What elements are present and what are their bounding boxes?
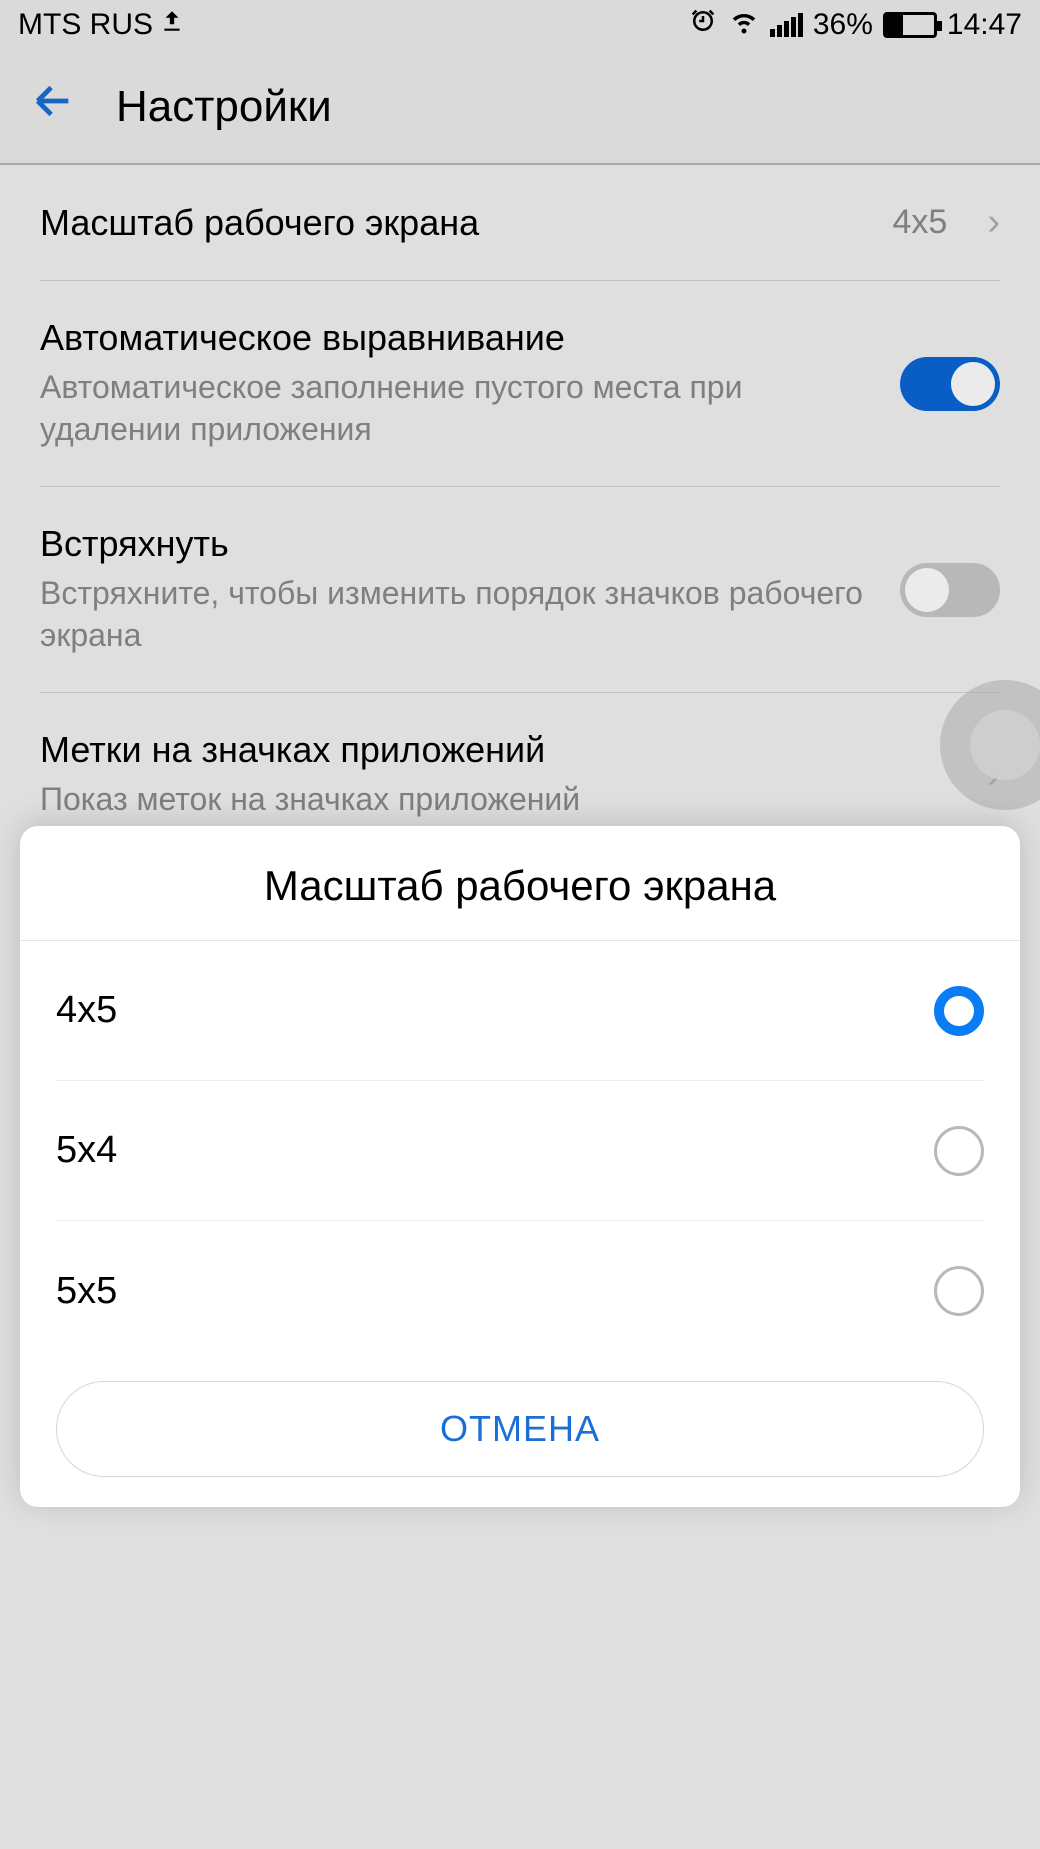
- wifi-icon: [728, 6, 760, 44]
- dialog-title: Масштаб рабочего экрана: [20, 826, 1020, 941]
- battery-icon: [883, 12, 937, 38]
- back-button[interactable]: [30, 78, 76, 136]
- row-shake[interactable]: Встряхнуть Встряхните, чтобы изменить по…: [40, 487, 1000, 693]
- battery-percent: 36%: [813, 8, 873, 42]
- row-subtitle: Автоматическое заполнение пустого места …: [40, 367, 880, 450]
- upload-icon: [159, 8, 185, 42]
- chevron-right-icon: ›: [987, 201, 1000, 244]
- option-label: 4x5: [56, 989, 117, 1032]
- scale-dialog: Масштаб рабочего экрана 4x5 5x4 5x5 ОТМЕ…: [20, 826, 1020, 1507]
- option-label: 5x4: [56, 1129, 117, 1172]
- row-title: Метки на значках приложений: [40, 729, 967, 771]
- alarm-icon: [688, 6, 718, 44]
- toggle-auto-align[interactable]: [900, 357, 1000, 411]
- carrier-label: MTS RUS: [18, 8, 153, 42]
- option-5x5[interactable]: 5x5: [56, 1221, 984, 1361]
- row-subtitle: Встряхните, чтобы изменить порядок значк…: [40, 573, 880, 656]
- option-5x4[interactable]: 5x4: [56, 1081, 984, 1221]
- row-title: Масштаб рабочего экрана: [40, 202, 873, 244]
- row-value: 4x5: [893, 203, 948, 242]
- toggle-shake[interactable]: [900, 563, 1000, 617]
- page-title: Настройки: [116, 82, 332, 132]
- cancel-button[interactable]: ОТМЕНА: [56, 1381, 984, 1477]
- clock-label: 14:47: [947, 8, 1022, 42]
- option-label: 5x5: [56, 1270, 117, 1313]
- radio-unselected-icon: [934, 1266, 984, 1316]
- app-header: Настройки: [0, 50, 1040, 165]
- row-title: Встряхнуть: [40, 523, 880, 565]
- radio-unselected-icon: [934, 1126, 984, 1176]
- row-title: Автоматическое выравнивание: [40, 317, 880, 359]
- cancel-label: ОТМЕНА: [440, 1408, 600, 1450]
- row-subtitle: Показ меток на значках приложений: [40, 779, 967, 821]
- signal-icon: [770, 13, 803, 37]
- row-auto-align[interactable]: Автоматическое выравнивание Автоматическ…: [40, 281, 1000, 487]
- status-bar: MTS RUS 36% 14:47: [0, 0, 1040, 50]
- option-4x5[interactable]: 4x5: [56, 941, 984, 1081]
- row-screen-scale[interactable]: Масштаб рабочего экрана 4x5 ›: [40, 165, 1000, 281]
- radio-selected-icon: [934, 986, 984, 1036]
